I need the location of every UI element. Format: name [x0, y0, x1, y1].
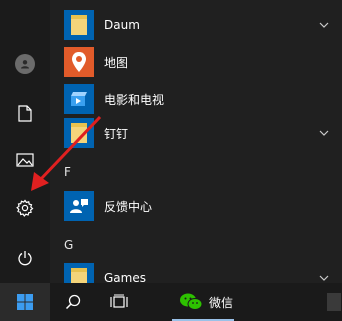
letter-header-f[interactable]: F: [64, 165, 71, 179]
chevron-down-icon[interactable]: [314, 15, 334, 35]
task-view-icon: [110, 294, 128, 308]
start-button[interactable]: [0, 283, 50, 321]
wechat-icon: [179, 293, 203, 310]
movies-tv-tile: [64, 84, 94, 114]
user-account-button[interactable]: [0, 42, 50, 86]
user-avatar-icon: [15, 54, 35, 74]
settings-gear-icon: [16, 199, 34, 217]
folder-icon: [71, 123, 87, 143]
app-item-dingtalk[interactable]: 钉钉: [64, 115, 334, 151]
pictures-button[interactable]: [0, 138, 50, 182]
search-icon: [65, 294, 81, 310]
app-label: Daum: [104, 18, 140, 32]
map-pin-icon: [64, 47, 94, 77]
wechat-label: 微信: [208, 295, 233, 310]
windows-start-icon: [17, 294, 33, 310]
documents-button[interactable]: [0, 91, 50, 135]
film-icon: [71, 92, 87, 106]
power-button[interactable]: [0, 236, 50, 280]
maps-tile: [64, 47, 94, 77]
app-item-feedback-hub[interactable]: 反馈中心: [64, 188, 334, 224]
app-label: 地图: [104, 55, 129, 70]
taskbar: 微信: [0, 283, 342, 321]
show-desktop-button[interactable]: [326, 283, 342, 321]
letter-header-g[interactable]: G: [64, 238, 73, 252]
feedback-icon: [70, 199, 88, 213]
feedback-hub-tile: [64, 191, 94, 221]
dingtalk-folder-tile: [64, 118, 94, 148]
app-label: 钉钉: [104, 126, 129, 141]
power-icon: [18, 251, 32, 266]
app-label: 电影和电视: [104, 92, 165, 107]
daum-folder-tile: [64, 10, 94, 40]
app-item-daum[interactable]: Daum: [64, 7, 334, 43]
taskbar-overflow-icon: [327, 293, 341, 311]
wechat-taskbar-button[interactable]: 微信: [176, 283, 236, 321]
app-item-movies-tv[interactable]: 电影和电视: [64, 81, 334, 117]
document-icon: [18, 104, 32, 122]
folder-icon: [71, 15, 87, 35]
task-view-button[interactable]: [102, 283, 136, 321]
start-app-list: Daum 地图 电影和电视 钉钉 F 反馈中心 G Games: [50, 0, 342, 293]
settings-button[interactable]: [0, 186, 50, 230]
start-menu-rail: [0, 0, 50, 283]
app-item-maps[interactable]: 地图: [64, 44, 334, 80]
app-label: 反馈中心: [104, 199, 153, 214]
search-button[interactable]: [56, 283, 90, 321]
pictures-icon: [16, 153, 34, 167]
chevron-down-icon[interactable]: [314, 123, 334, 143]
